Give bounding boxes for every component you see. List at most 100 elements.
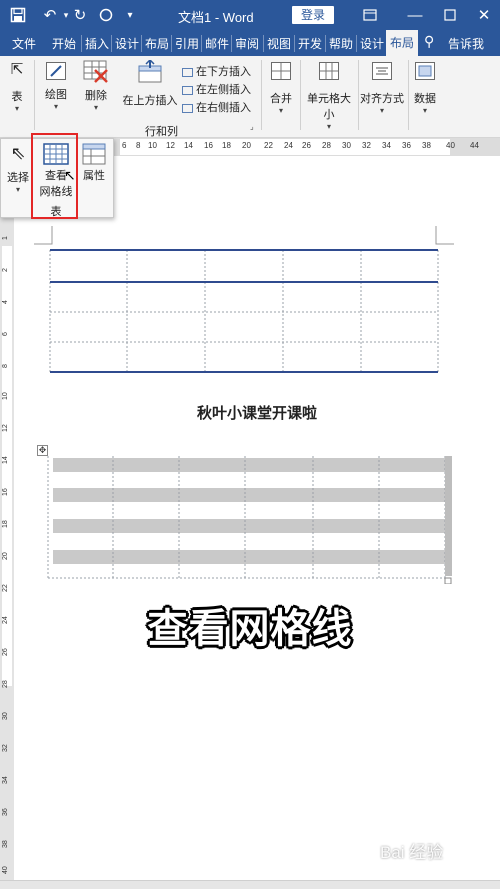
tab-layout-page[interactable]: 布局 [141, 35, 169, 52]
ribbon-separator [261, 60, 262, 130]
table-1[interactable] [49, 248, 439, 374]
ruler-tick: 20 [2, 552, 9, 560]
maximize-icon[interactable] [440, 5, 460, 25]
tab-developer[interactable]: 开发 [294, 35, 322, 52]
insert-right-button[interactable]: 在右侧插入 [182, 99, 251, 115]
tab-mailings[interactable]: 邮件 [201, 35, 229, 52]
ruler-tick: 14 [184, 141, 193, 150]
merge-icon [271, 62, 291, 80]
tell-me-search[interactable]: 告诉我 [448, 35, 484, 52]
ruler-tick: 28 [322, 141, 331, 150]
chevron-down-icon: ▾ [93, 103, 98, 112]
insert-right-icon [182, 103, 193, 113]
insert-above-button[interactable]: 在上方插入 [120, 58, 180, 108]
ruler-tick: 26 [302, 141, 311, 150]
ruler-tick: 14 [2, 456, 9, 464]
alignment-button[interactable]: 对齐方式 ▾ [358, 60, 406, 115]
ruler-tick: 20 [242, 141, 251, 150]
tab-insert[interactable]: 插入 [81, 35, 109, 52]
ruler-tick: 36 [402, 141, 411, 150]
ruler-tick: 22 [264, 141, 273, 150]
ruler-tick: 12 [166, 141, 175, 150]
chevron-down-icon: ▾ [422, 106, 427, 115]
alignment-label: 对齐方式 [360, 93, 404, 105]
ruler-tick: 8 [136, 141, 141, 150]
customize-toolbar-icon[interactable]: ▾ [120, 5, 140, 25]
delete-button[interactable]: 删除 ▾ [80, 60, 112, 112]
ruler-tick: 2 [2, 268, 9, 272]
ruler-tick: 34 [382, 141, 391, 150]
cell-size-icon [319, 62, 339, 80]
page-corner-mark [34, 226, 53, 245]
ruler-tick: 38 [2, 840, 9, 848]
select-button[interactable]: ⇖ 选择 ▾ [5, 143, 31, 194]
ruler-tick: 36 [2, 808, 9, 816]
insert-left-icon [182, 85, 193, 95]
ruler-tick: 10 [2, 392, 9, 400]
tab-home[interactable]: 开始 [52, 35, 76, 52]
tab-help[interactable]: 帮助 [325, 35, 353, 52]
login-button[interactable]: 登录 [292, 6, 334, 24]
ribbon-separator [300, 60, 301, 130]
insert-left-button[interactable]: 在左侧插入 [182, 81, 251, 97]
tab-design[interactable]: 设计 [111, 35, 139, 52]
tab-table-design[interactable]: 设计 [356, 35, 384, 52]
ribbon-separator [408, 60, 409, 130]
tab-file[interactable]: 文件 [12, 35, 36, 52]
select-label: 选择 [7, 172, 29, 184]
ruler-tick: 30 [2, 712, 9, 720]
properties-button[interactable]: 属性 [79, 143, 109, 183]
cell-size-button[interactable]: 单元格大小 ▾ [302, 60, 356, 131]
properties-icon [82, 143, 106, 165]
ruler-tick: 16 [2, 488, 9, 496]
tab-references[interactable]: 引用 [171, 35, 199, 52]
merge-label: 合并 [270, 93, 292, 105]
ruler-tick: 34 [2, 776, 9, 784]
insert-below-label: 在下方插入 [196, 66, 251, 78]
lightbulb-icon[interactable]: ⚲ [424, 33, 434, 50]
insert-below-button[interactable]: 在下方插入 [182, 63, 251, 79]
draw-button[interactable]: 绘图 ▾ [38, 60, 74, 111]
document-title: 文档1 - Word [178, 10, 254, 25]
insert-above-label: 在上方插入 [122, 95, 178, 107]
merge-button[interactable]: 合并 ▾ [266, 60, 296, 115]
document-caption: 秋叶小课堂开课啦 [196, 405, 317, 422]
ruler-tick: 22 [2, 584, 9, 592]
ribbon-display-icon[interactable] [360, 5, 380, 25]
tab-review[interactable]: 审阅 [231, 35, 259, 52]
ruler-tick: 32 [2, 744, 9, 752]
ruler-tick: 18 [2, 520, 9, 528]
ruler-tick: 4 [2, 300, 9, 304]
close-icon[interactable]: ✕ [474, 5, 494, 25]
delete-table-icon [83, 60, 109, 84]
delete-label: 删除 [85, 90, 107, 102]
page-corner-mark [435, 226, 454, 245]
vertical-ruler[interactable]: 1 2 4 6 8 10 12 14 16 18 20 22 24 26 28 … [0, 156, 14, 889]
data-button[interactable]: 数据 ▾ [410, 60, 440, 115]
properties-label: 属性 [83, 170, 105, 182]
ruler-tick: 12 [2, 424, 9, 432]
circle-icon[interactable] [96, 5, 116, 25]
ruler-tick: 24 [284, 141, 293, 150]
save-icon[interactable] [8, 5, 28, 25]
ruler-tick: 32 [362, 141, 371, 150]
table-2[interactable] [47, 454, 457, 584]
tab-view[interactable]: 视图 [263, 35, 291, 52]
cell-size-label: 单元格大小 [307, 93, 351, 121]
ruler-tick: 28 [2, 680, 9, 688]
data-icon [415, 62, 435, 80]
table-group[interactable]: ⇱ 表 ▾ [4, 60, 30, 113]
tab-table-layout[interactable]: 布局 [386, 30, 418, 56]
chevron-down-icon: ▾ [379, 106, 384, 115]
insert-below-icon [182, 67, 193, 77]
document-page[interactable]: 秋叶小课堂开课啦 ✥ [14, 156, 500, 889]
ruler-tick: 44 [470, 141, 479, 150]
table-label: 表 [11, 91, 23, 103]
pointer-arrow-icon: ⇖ [10, 143, 26, 163]
dialog-launcher-icon[interactable]: ⌟ [250, 122, 254, 131]
ruler-tick: 30 [342, 141, 351, 150]
ruler-tick: 40 [2, 866, 9, 874]
redo-icon[interactable]: ↻ [70, 5, 90, 25]
minimize-icon[interactable]: — [405, 5, 425, 25]
ruler-tick: 40 [446, 141, 455, 150]
